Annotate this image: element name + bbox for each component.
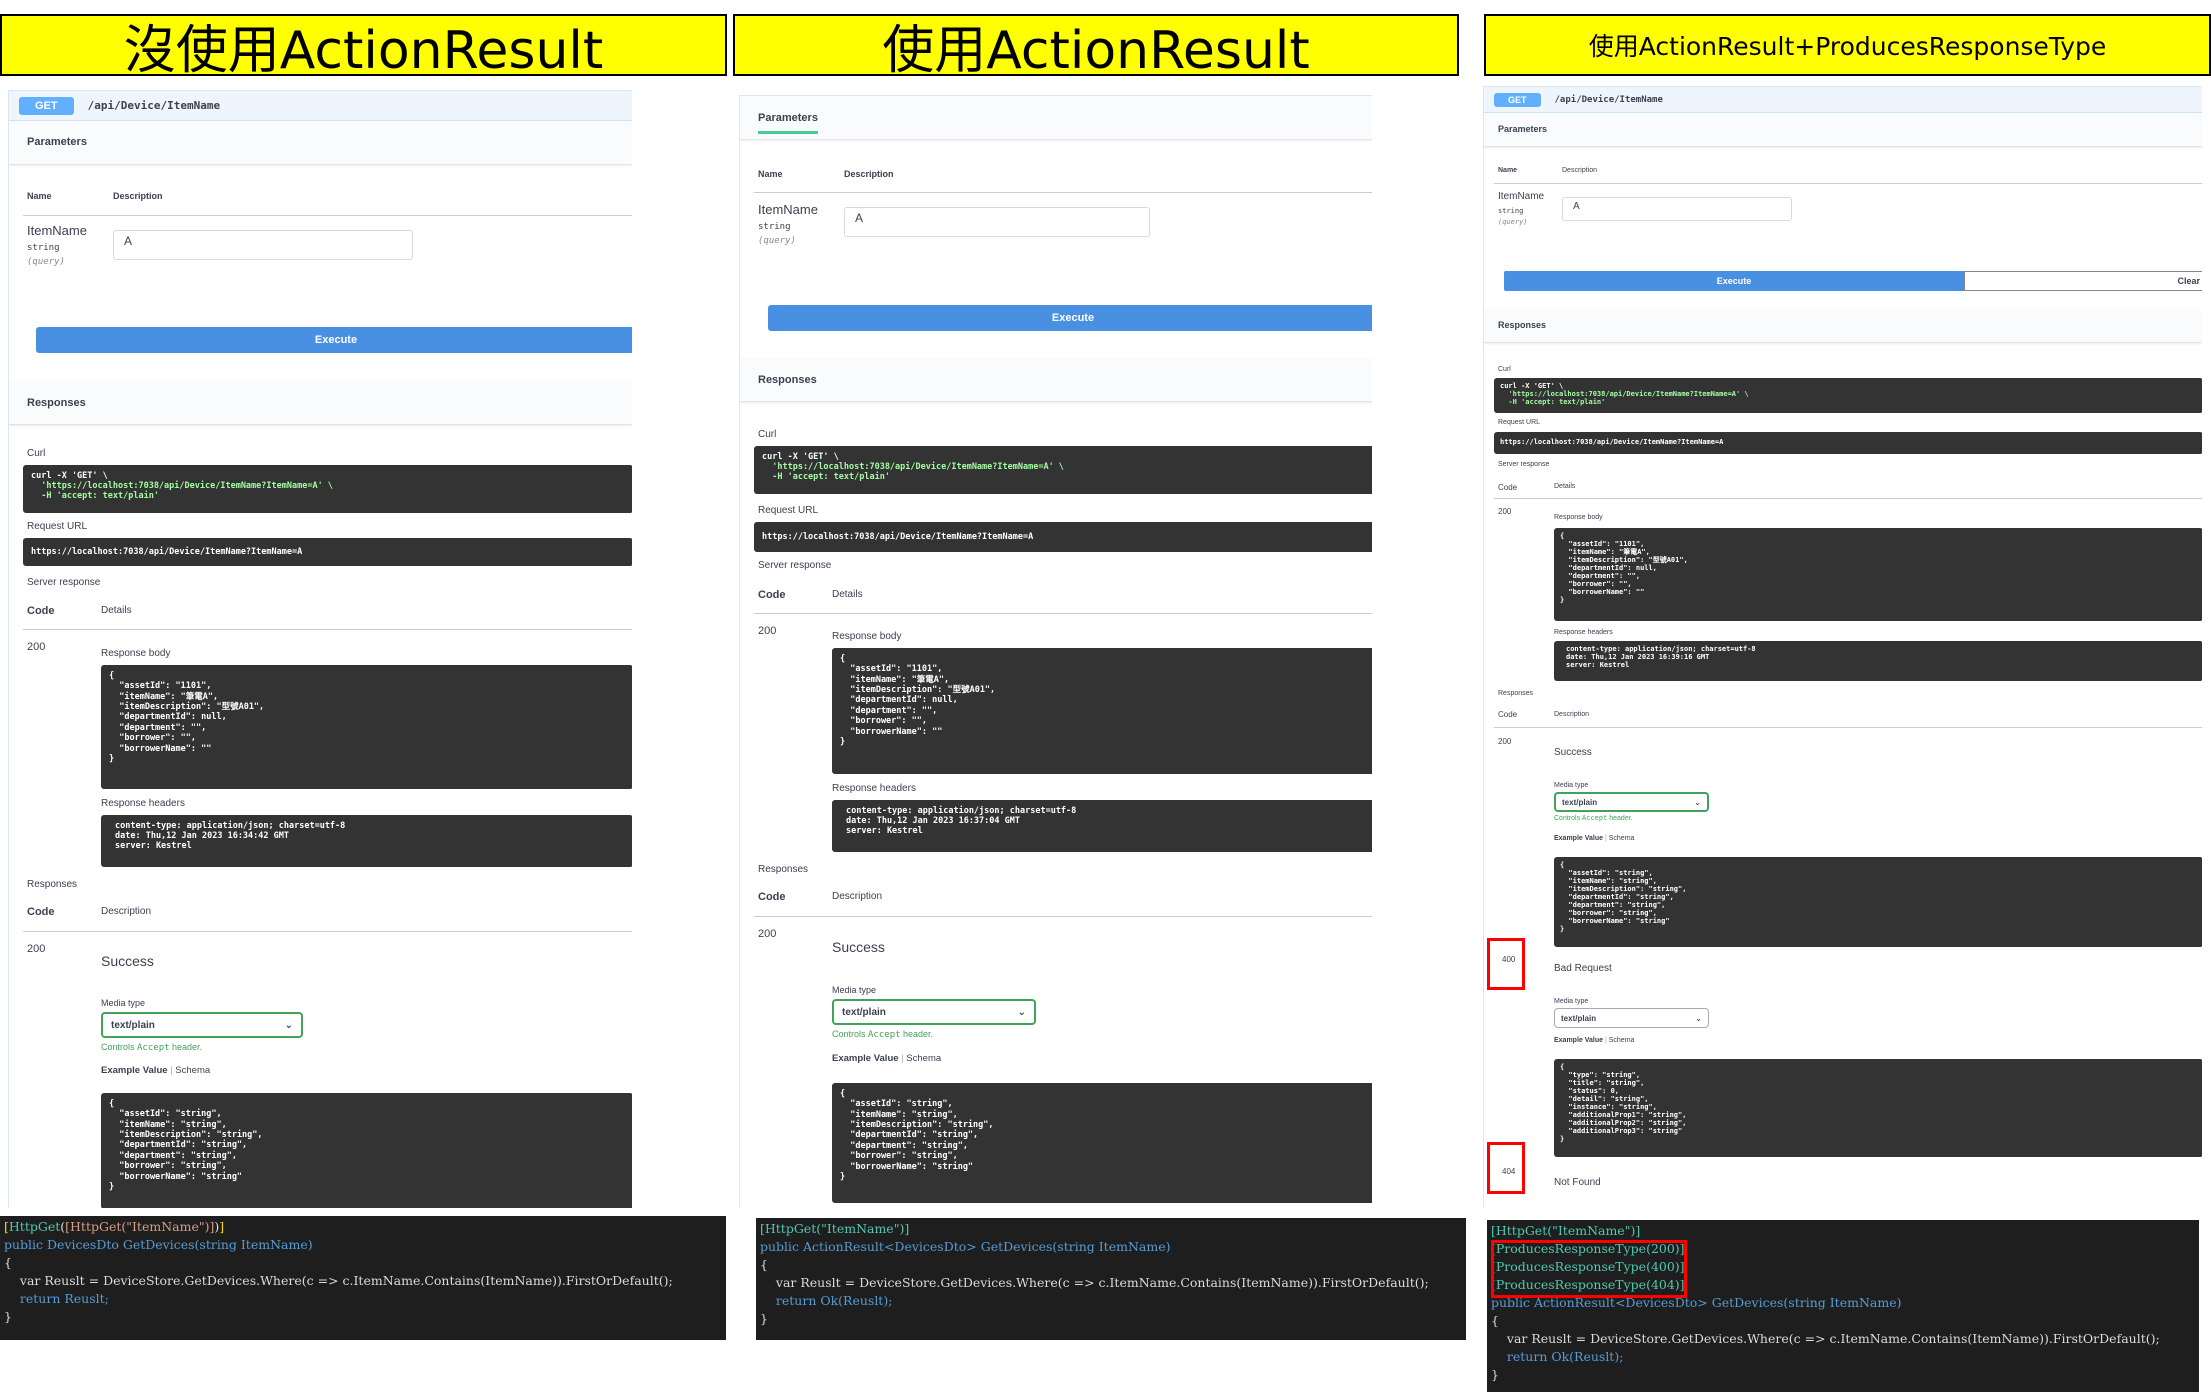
response-headers: content-type: application/json; charset=…	[832, 800, 1372, 852]
param-type: string	[27, 243, 60, 253]
response-body: { "assetId": "1101", "itemName": "筆電A", …	[1554, 528, 2202, 621]
example-schema-tabs[interactable]: Example Value | Schema	[101, 1065, 210, 1076]
response-body: { "assetId": "1101", "itemName": "筆電A", …	[832, 648, 1372, 774]
media-type-select[interactable]: text/plain ⌄	[101, 1012, 303, 1038]
response-headers: content-type: application/json; charset=…	[101, 815, 632, 867]
responses-header: Responses	[740, 358, 1372, 402]
item-name-input[interactable]: A	[1562, 197, 1792, 221]
clear-button[interactable]: Clear	[1964, 271, 2202, 291]
title-actionresult-produces: 使用ActionResult+ProducesResponseType	[1484, 14, 2211, 76]
example-body: { "assetId": "string", "itemName": "stri…	[832, 1083, 1372, 1203]
request-url: https://localhost:7038/api/Device/ItemNa…	[1494, 432, 2202, 454]
example-body-200: { "assetId": "string", "itemName": "stri…	[1554, 857, 2202, 947]
response-headers: content-type: application/json; charset=…	[1554, 641, 2202, 681]
endpoint-bar[interactable]: GET /api/Device/ItemName	[1484, 87, 2202, 113]
request-url: https://localhost:7038/api/Device/ItemNa…	[23, 538, 632, 566]
endpoint-path: /api/Device/ItemName	[87, 99, 221, 112]
parameters-header: Parameters	[9, 121, 632, 165]
curl-block: curl -X 'GET' \ 'https://localhost:7038/…	[754, 446, 1372, 494]
response-body: { "assetId": "1101", "itemName": "筆電A", …	[101, 665, 632, 789]
highlight-produces-response-type	[1491, 1240, 1687, 1298]
media-type-select[interactable]: text/plain ⌄	[832, 999, 1036, 1025]
execute-button[interactable]: Execute	[1504, 271, 1964, 291]
parameters-header: Parameters	[1484, 113, 2202, 147]
code-snippet-1: [HttpGet([HttpGet("ItemName")])] public …	[0, 1216, 726, 1340]
code-snippet-2: [HttpGet("ItemName")] public ActionResul…	[756, 1218, 1466, 1340]
method-badge: GET	[19, 96, 74, 115]
chevron-down-icon: ⌄	[1694, 797, 1701, 807]
item-name-input[interactable]: A	[113, 230, 413, 260]
highlight-400	[1487, 938, 1525, 990]
responses-header: Responses	[1484, 309, 2202, 343]
chevron-down-icon: ⌄	[1017, 1006, 1026, 1018]
responses-header: Responses	[9, 381, 632, 425]
swagger-panel-1: GET /api/Device/ItemName Parameters Name…	[8, 90, 632, 1208]
parameters-header: Parameters	[740, 96, 1372, 140]
example-body: { "assetId": "string", "itemName": "stri…	[101, 1093, 632, 1208]
title-no-actionresult: 沒使用ActionResult	[0, 14, 727, 76]
media-type-select-400[interactable]: text/plain ⌄	[1554, 1008, 1709, 1028]
col-name: Name	[27, 191, 52, 201]
parameters-title: Parameters	[27, 136, 87, 148]
request-url: https://localhost:7038/api/Device/ItemNa…	[754, 522, 1372, 552]
status-code: 200	[27, 641, 46, 653]
example-schema-tabs[interactable]: Example Value | Schema	[1554, 835, 1634, 842]
execute-button[interactable]: Execute	[36, 327, 632, 353]
highlight-404	[1487, 1142, 1525, 1194]
execute-button[interactable]: Execute	[768, 305, 1372, 331]
problem-details-body: { "type": "string", "title": "string", "…	[1554, 1059, 2202, 1157]
title-actionresult: 使用ActionResult	[733, 14, 1459, 76]
curl-block: curl -X 'GET' \ 'https://localhost:7038/…	[1494, 378, 2202, 413]
chevron-down-icon: ⌄	[1695, 1013, 1702, 1023]
item-name-input[interactable]: A	[844, 207, 1150, 237]
swagger-panel-2: Parameters Name Description ItemName str…	[739, 95, 1372, 1207]
example-schema-tabs-400[interactable]: Example Value | Schema	[1554, 1037, 1634, 1044]
media-type-select-200[interactable]: text/plain ⌄	[1554, 792, 1709, 812]
param-name: ItemName	[27, 223, 87, 238]
param-in: (query)	[27, 257, 65, 267]
col-description: Description	[113, 191, 163, 201]
chevron-down-icon: ⌄	[284, 1019, 293, 1031]
swagger-panel-3: GET /api/Device/ItemName Parameters Name…	[1483, 86, 2202, 1207]
curl-block: curl -X 'GET' \ 'https://localhost:7038/…	[23, 465, 632, 513]
example-schema-tabs[interactable]: Example Value | Schema	[832, 1053, 941, 1064]
endpoint-bar[interactable]: GET /api/Device/ItemName	[9, 91, 632, 121]
